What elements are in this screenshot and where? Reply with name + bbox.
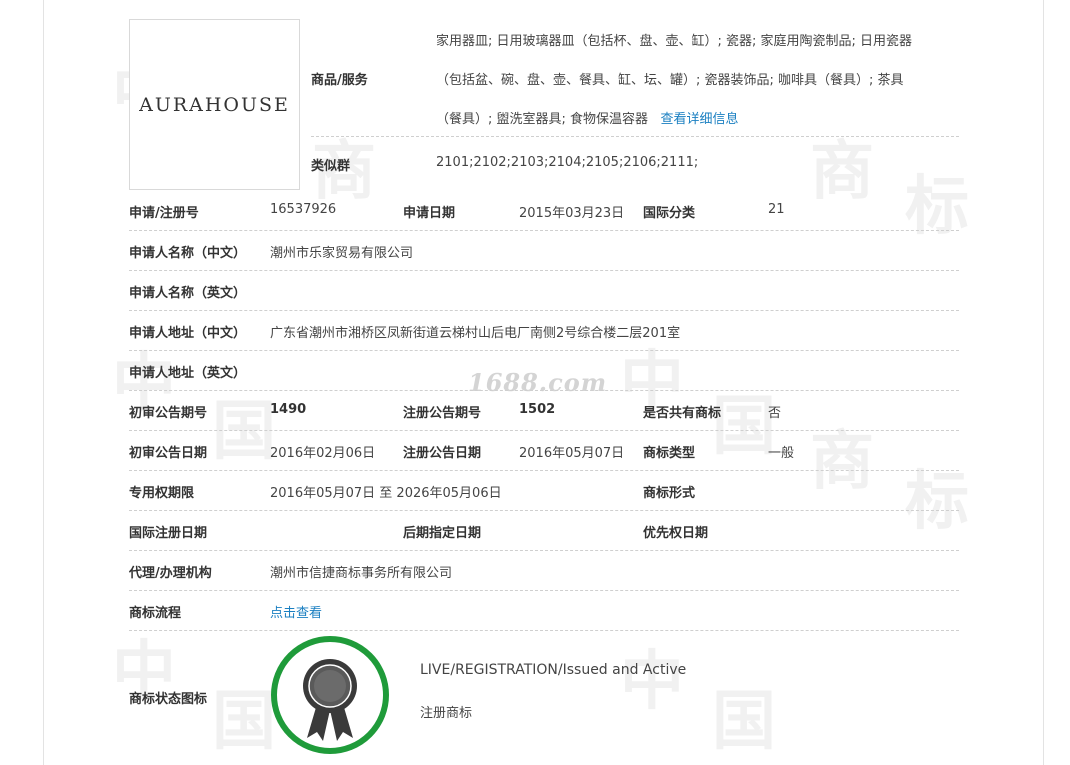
divider [129, 430, 959, 431]
page-border-left [43, 0, 44, 765]
watermark-glyph: 标 [905, 465, 969, 539]
rights-period-value: 2016年05月07日 至 2026年05月06日 [270, 486, 502, 501]
goods-line: （包括盆、碗、盘、壶、餐具、缸、坛、罐）; 瓷器装饰品; 咖啡具（餐具）; 茶具 [436, 73, 904, 88]
status-text-cn: 注册商标 [420, 706, 473, 721]
reg-date-label: 注册公告日期 [403, 446, 482, 461]
prelim-issue-label: 初审公告期号 [129, 406, 208, 421]
apply-date-label: 申请日期 [403, 206, 456, 221]
mark-type-label: 商标类型 [643, 446, 696, 461]
page-border-right [1043, 0, 1044, 765]
prelim-date-value: 2016年02月06日 [270, 446, 376, 461]
trademark-logo-text: AURAHOUSE [139, 93, 290, 116]
process-label: 商标流程 [129, 606, 182, 621]
process-view-link[interactable]: 点击查看 [270, 602, 322, 621]
agent-value: 潮州市信捷商标事务所有限公司 [270, 566, 453, 581]
apply-date-value: 2015年03月23日 [519, 206, 625, 221]
mark-type-value: 一般 [768, 446, 795, 461]
divider [129, 390, 959, 391]
reg-number-label: 申请/注册号 [129, 206, 199, 221]
divider [129, 550, 959, 551]
applicant-address-cn-label: 申请人地址（中文） [129, 326, 247, 341]
applicant-name-en-label: 申请人名称（英文） [129, 286, 247, 301]
site-watermark: 1688.com [468, 368, 608, 397]
divider [311, 136, 959, 137]
divider [129, 510, 959, 511]
prelim-issue-value: 1490 [270, 402, 307, 417]
goods-label: 商品/服务 [311, 73, 368, 88]
reg-issue-label: 注册公告期号 [403, 406, 482, 421]
priority-date-label: 优先权日期 [643, 526, 709, 541]
watermark-glyph: 商 [810, 425, 874, 499]
watermark-glyph: 国 [712, 390, 776, 464]
status-text-en: LIVE/REGISTRATION/Issued and Active [420, 662, 687, 678]
divider [129, 590, 959, 591]
intl-class-label: 国际分类 [643, 206, 696, 221]
status-icon-label: 商标状态图标 [129, 692, 208, 707]
applicant-name-cn-label: 申请人名称（中文） [129, 246, 247, 261]
trademark-logo-image: AURAHOUSE [129, 19, 300, 190]
similar-group-label: 类似群 [311, 159, 351, 174]
rights-period-label: 专用权期限 [129, 486, 195, 501]
view-details-link[interactable]: 查看详细信息 [660, 112, 738, 127]
watermark-glyph: 中 [620, 645, 684, 719]
applicant-name-cn-value: 潮州市乐家贸易有限公司 [270, 246, 414, 261]
agent-label: 代理/办理机构 [129, 566, 212, 581]
intl-class-value: 21 [768, 202, 785, 217]
shared-mark-value: 否 [768, 406, 782, 421]
divider [129, 230, 959, 231]
later-designation-date-label: 后期指定日期 [403, 526, 482, 541]
goods-line: （餐具）; 盥洗室器具; 食物保温容器 查看详细信息 [436, 108, 738, 127]
divider [129, 270, 959, 271]
goods-line: 家用器皿; 日用玻璃器皿（包括杯、盘、壶、缸）; 瓷器; 家庭用陶瓷制品; 日用… [436, 34, 913, 49]
watermark-glyph: 国 [212, 685, 276, 759]
applicant-address-en-label: 申请人地址（英文） [129, 366, 247, 381]
watermark-glyph: 国 [212, 395, 276, 469]
prelim-date-label: 初审公告日期 [129, 446, 208, 461]
reg-issue-value: 1502 [519, 402, 556, 417]
reg-date-value: 2016年05月07日 [519, 446, 625, 461]
intl-reg-date-label: 国际注册日期 [129, 526, 208, 541]
watermark-glyph: 商 [810, 135, 874, 209]
mark-form-label: 商标形式 [643, 486, 696, 501]
status-badge [271, 636, 389, 754]
rosette-award-icon [303, 659, 357, 741]
divider [129, 470, 959, 471]
applicant-address-cn-value: 广东省潮州市湘桥区凤新街道云梯村山后电厂南侧2号综合楼二层201室 [270, 326, 681, 341]
divider [129, 310, 959, 311]
shared-mark-label: 是否共有商标 [643, 406, 722, 421]
divider [129, 630, 959, 631]
watermark-glyph: 国 [712, 685, 776, 759]
goods-line-text: （餐具）; 盥洗室器具; 食物保温容器 [436, 112, 649, 127]
divider [129, 350, 959, 351]
reg-number-value: 16537926 [270, 202, 337, 217]
similar-group-value: 2101;2102;2103;2104;2105;2106;2111; [436, 155, 699, 170]
